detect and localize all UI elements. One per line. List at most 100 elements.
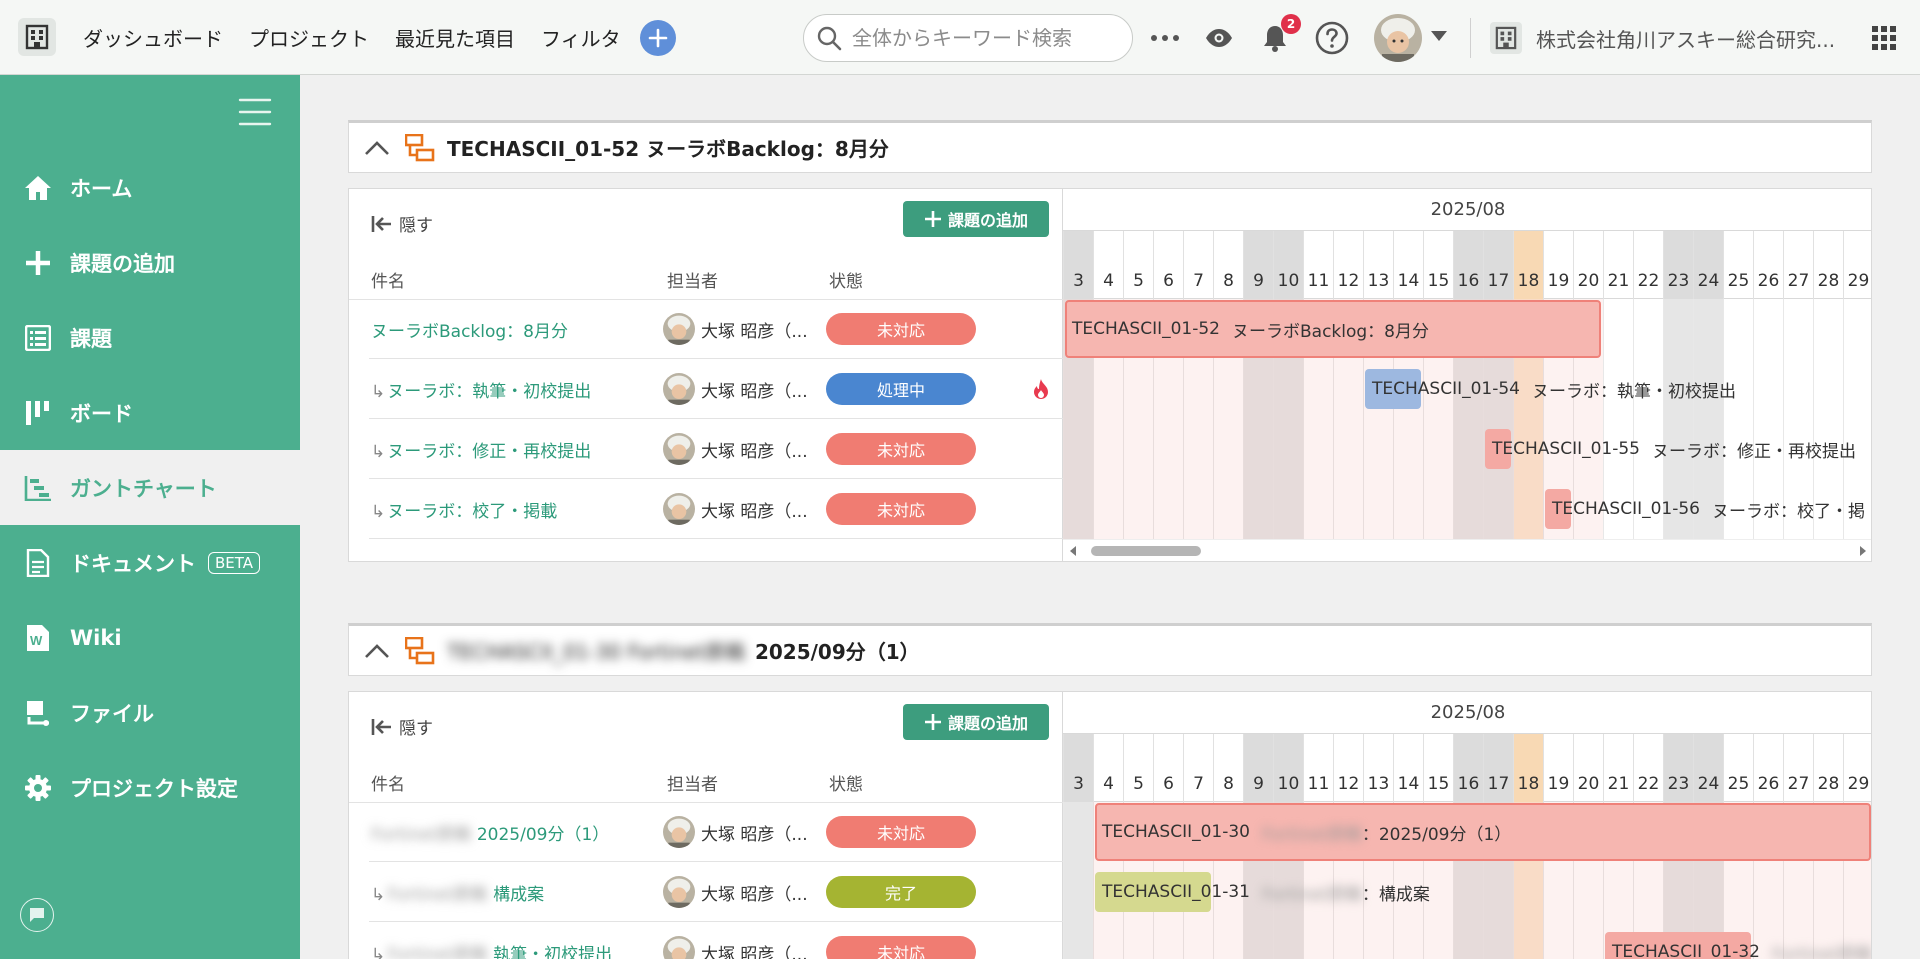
hide-table-button[interactable]: 隠す bbox=[371, 714, 433, 739]
issue-name-blurred: Fortinet原稿 bbox=[371, 824, 471, 845]
help-question-icon[interactable] bbox=[1313, 19, 1351, 57]
assignee-name: 大塚 昭彦（... bbox=[701, 501, 808, 522]
day-13: 13 bbox=[1363, 734, 1393, 802]
avatar bbox=[663, 313, 695, 345]
fire-priority-icon[interactable] bbox=[1032, 378, 1050, 400]
list-icon bbox=[22, 322, 54, 354]
issue-name: 2025/09分（1） bbox=[476, 824, 610, 845]
sidebar-item-board[interactable]: ボード bbox=[0, 375, 300, 450]
status-badge[interactable]: 完了 bbox=[826, 876, 976, 908]
sidebar: ホーム 課題の追加 課題 ボード ガントチャート ドキュメント BETA W W… bbox=[0, 75, 300, 959]
day-28: 28 bbox=[1813, 231, 1843, 299]
day-4: 4 bbox=[1093, 734, 1123, 802]
svg-text:W: W bbox=[30, 633, 43, 648]
app-grid-icon[interactable] bbox=[1872, 26, 1896, 50]
sidebar-item-add-issue[interactable]: 課題の追加 bbox=[0, 225, 300, 300]
status-badge[interactable]: 未対応 bbox=[826, 816, 976, 848]
user-avatar[interactable] bbox=[1374, 14, 1422, 62]
nav-projects[interactable]: プロジェクト bbox=[249, 23, 369, 52]
horizontal-scrollbar[interactable] bbox=[1063, 539, 1871, 561]
column-header-assignee: 担当者 bbox=[667, 775, 718, 795]
sidebar-item-gantt-chart[interactable]: ガントチャート bbox=[0, 450, 300, 525]
day-15: 15 bbox=[1423, 734, 1453, 802]
status-badge[interactable]: 未対応 bbox=[826, 313, 976, 345]
table-row: ↳ ヌーラボ：修正・再校提出 大塚 昭彦（... 未対応 bbox=[349, 419, 1063, 479]
day-10: 10 bbox=[1273, 734, 1303, 802]
organization-switcher[interactable]: 株式会社角川アスキー総合研究... bbox=[1490, 18, 1835, 58]
day-22: 22 bbox=[1633, 734, 1663, 802]
sidebar-item-documents[interactable]: ドキュメント BETA bbox=[0, 525, 300, 600]
gantt-bar-key: TECHASCII_01-55 bbox=[1492, 439, 1640, 459]
issue-link[interactable]: ↳ ヌーラボ：執筆・初校提出 bbox=[371, 377, 591, 402]
gantt-bar-title-blurred: Fortinet原稿 bbox=[1772, 944, 1872, 959]
gear-icon bbox=[22, 772, 54, 804]
status-badge[interactable]: 未対応 bbox=[826, 493, 976, 525]
issue-link[interactable]: ↳ ヌーラボ：校了・掲載 bbox=[371, 497, 557, 522]
sidebar-help-icon[interactable] bbox=[20, 898, 54, 932]
collapse-chevron-up-icon[interactable] bbox=[349, 626, 405, 676]
gantt-icon bbox=[22, 472, 54, 504]
organization-name: 株式会社角川アスキー総合研究... bbox=[1536, 27, 1836, 52]
child-arrow-icon: ↳ bbox=[371, 381, 386, 402]
watch-eye-icon[interactable] bbox=[1200, 19, 1238, 57]
day-7: 7 bbox=[1183, 231, 1213, 299]
avatar bbox=[663, 373, 695, 405]
day-21: 21 bbox=[1603, 734, 1633, 802]
day-22: 22 bbox=[1633, 231, 1663, 299]
gantt-bar-title: ヌーラボ：修正・再校提出 bbox=[1652, 441, 1856, 462]
hamburger-menu-icon[interactable] bbox=[238, 97, 272, 127]
user-menu-caret-icon[interactable] bbox=[1430, 30, 1448, 42]
day-20: 20 bbox=[1573, 734, 1603, 802]
sidebar-item-project-settings[interactable]: プロジェクト設定 bbox=[0, 750, 300, 825]
sidebar-item-wiki[interactable]: W Wiki bbox=[0, 600, 300, 675]
day-23: 23 bbox=[1663, 734, 1693, 802]
nav-dashboard[interactable]: ダッシュボード bbox=[83, 23, 223, 52]
issue-name: 執筆・初校提出 bbox=[493, 944, 613, 959]
day-5: 5 bbox=[1123, 734, 1153, 802]
issue-link[interactable]: ↳ Fortinet原稿 構成案 bbox=[371, 880, 544, 905]
issue-link[interactable]: ↳ Fortinet原稿 執筆・初校提出 bbox=[371, 940, 612, 959]
scrollbar-thumb[interactable] bbox=[1091, 546, 1201, 556]
sidebar-item-files[interactable]: ファイル bbox=[0, 675, 300, 750]
day-13: 13 bbox=[1363, 231, 1393, 299]
day-header: 3 4 5 6 7 8 9 10 11 12 13 14 15 16 17 18 19 20 21 22 23 24 25 2… bbox=[1063, 231, 1871, 299]
status-badge[interactable]: 未対応 bbox=[826, 433, 976, 465]
assignee-name: 大塚 昭彦（... bbox=[701, 884, 808, 905]
gantt-bar-title: ：2025/09分（1） bbox=[1361, 824, 1512, 845]
day-12: 12 bbox=[1333, 231, 1363, 299]
scroll-right-arrow-icon[interactable] bbox=[1859, 545, 1867, 557]
collapse-chevron-up-icon[interactable] bbox=[349, 123, 405, 173]
day-6: 6 bbox=[1153, 231, 1183, 299]
collapse-left-icon bbox=[371, 717, 393, 737]
add-issue-button[interactable]: 課題の追加 bbox=[903, 201, 1049, 237]
day-5: 5 bbox=[1123, 231, 1153, 299]
issue-link[interactable]: ヌーラボBacklog：8月分 bbox=[371, 317, 568, 342]
day-14: 14 bbox=[1393, 734, 1423, 802]
search-input[interactable] bbox=[852, 26, 1102, 50]
status-badge[interactable]: 未対応 bbox=[826, 936, 976, 959]
day-14: 14 bbox=[1393, 231, 1423, 299]
sidebar-item-issues[interactable]: 課題 bbox=[0, 300, 300, 375]
assignee: 大塚 昭彦（... bbox=[663, 433, 808, 465]
nav-recent[interactable]: 最近見た項目 bbox=[395, 23, 515, 52]
gantt-bar-label: TECHASCII_01-31 Fortinet原稿 ：構成案 bbox=[1102, 872, 1430, 912]
day-19: 19 bbox=[1543, 734, 1573, 802]
issue-link[interactable]: ↳ ヌーラボ：修正・再校提出 bbox=[371, 437, 591, 462]
day-24: 24 bbox=[1693, 231, 1723, 299]
home-logo-icon[interactable] bbox=[18, 18, 56, 56]
more-dots-icon[interactable] bbox=[1146, 19, 1184, 57]
issue-link[interactable]: Fortinet原稿 2025/09分（1） bbox=[371, 820, 609, 845]
assignee-name: 大塚 昭彦（... bbox=[701, 824, 808, 845]
assignee-name: 大塚 昭彦（... bbox=[701, 321, 808, 342]
status-badge[interactable]: 処理中 bbox=[826, 373, 976, 405]
sidebar-item-home[interactable]: ホーム bbox=[0, 150, 300, 225]
nav-filter[interactable]: フィルタ bbox=[541, 23, 621, 52]
scroll-left-arrow-icon[interactable] bbox=[1069, 545, 1077, 557]
add-plus-icon[interactable] bbox=[640, 20, 676, 56]
day-26: 26 bbox=[1753, 231, 1783, 299]
add-issue-button[interactable]: 課題の追加 bbox=[903, 704, 1049, 740]
panel-2-issue-table: 隠す 課題の追加 件名 担当者 状態 Fortinet原稿 2025/09分（1）… bbox=[349, 692, 1063, 959]
table-row: ↳ Fortinet原稿 構成案 大塚 昭彦（... 完了 bbox=[349, 862, 1063, 922]
day-29: 29 bbox=[1843, 734, 1871, 802]
hide-table-button[interactable]: 隠す bbox=[371, 211, 433, 236]
